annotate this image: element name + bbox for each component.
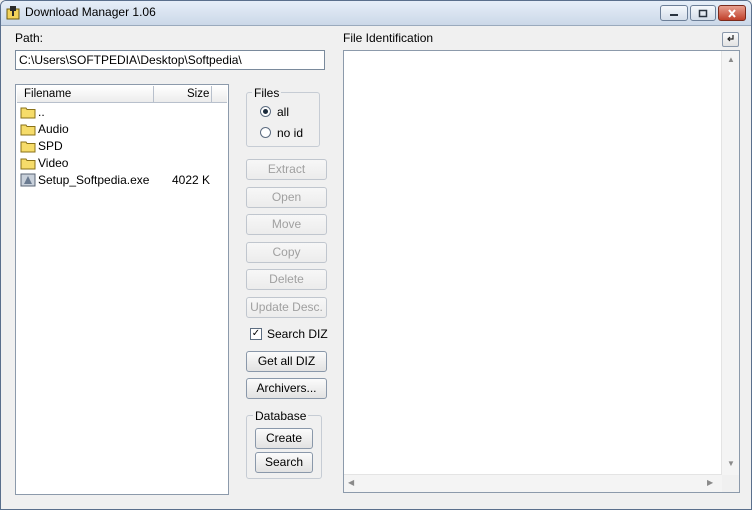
folder-icon [20, 107, 36, 119]
search-button[interactable]: Search [255, 452, 313, 473]
radio-no-id-label[interactable]: no id [277, 126, 303, 140]
open-button[interactable]: Open [246, 187, 327, 208]
path-input[interactable]: C:\Users\SOFTPEDIA\Desktop\Softpedia\ [15, 50, 325, 70]
minimize-button[interactable] [660, 5, 688, 21]
window-title: Download Manager 1.06 [25, 5, 156, 19]
move-button[interactable]: Move [246, 214, 327, 235]
vertical-scrollbar[interactable]: ▲ ▼ [721, 51, 739, 475]
maximize-icon [698, 9, 708, 17]
scroll-left-icon[interactable]: ◀ [348, 478, 354, 487]
radio-no-id[interactable] [260, 127, 271, 138]
column-filename[interactable]: Filename [24, 88, 71, 100]
folder-icon [20, 124, 36, 136]
file-name: Audio [38, 122, 69, 136]
file-identification-panel[interactable]: ▲ ▼ ◀ ▶ [343, 50, 740, 493]
list-item[interactable]: Setup_Softpedia.exe 4022 K [18, 172, 226, 189]
database-group-label: Database [253, 409, 309, 423]
file-name: Setup_Softpedia.exe [38, 173, 150, 187]
files-group-label: Files [252, 86, 282, 100]
get-all-diz-button[interactable]: Get all DIZ [246, 351, 327, 372]
return-arrow-icon [727, 35, 734, 42]
exe-file-icon [20, 173, 36, 187]
close-button[interactable] [718, 5, 746, 21]
close-icon [728, 8, 736, 18]
maximize-button[interactable] [690, 5, 716, 21]
scroll-up-icon[interactable]: ▲ [727, 55, 735, 64]
folder-download-icon [6, 6, 20, 20]
folder-icon [20, 141, 36, 153]
archivers-button[interactable]: Archivers... [246, 378, 327, 399]
list-item[interactable]: SPD [18, 138, 226, 155]
file-name: SPD [38, 139, 63, 153]
list-item[interactable]: Video [18, 155, 226, 172]
extract-button[interactable]: Extract [246, 159, 327, 180]
create-button[interactable]: Create [255, 428, 313, 449]
title-bar[interactable]: Download Manager 1.06 [1, 1, 751, 26]
minimize-icon [670, 14, 678, 16]
delete-button[interactable]: Delete [246, 269, 327, 290]
horizontal-scrollbar[interactable]: ◀ ▶ [344, 474, 722, 492]
file-list[interactable]: Filename Size .. Audio SPD Video Setup_S… [15, 84, 229, 495]
file-name: Video [38, 156, 69, 170]
scroll-right-icon[interactable]: ▶ [707, 478, 713, 487]
search-diz-checkbox[interactable]: ✓ [250, 328, 262, 340]
file-identification-label: File Identification [343, 31, 434, 45]
radio-all[interactable] [260, 106, 271, 117]
list-item[interactable]: Audio [18, 121, 226, 138]
folder-icon [20, 158, 36, 170]
radio-all-label[interactable]: all [277, 105, 289, 119]
copy-button[interactable]: Copy [246, 242, 327, 263]
file-size: 4022 K [172, 173, 211, 187]
main-window: Download Manager 1.06 Path: C:\Users\SOF… [0, 0, 752, 510]
file-list-header: Filename Size [17, 86, 227, 103]
column-size[interactable]: Size [187, 88, 209, 100]
scroll-down-icon[interactable]: ▼ [727, 459, 735, 468]
list-item[interactable]: .. [18, 104, 226, 121]
update-desc-button[interactable]: Update Desc. [246, 297, 327, 318]
file-name: .. [38, 105, 45, 119]
path-label: Path: [15, 31, 44, 45]
scrollbar-corner [722, 475, 739, 492]
identification-toggle-button[interactable] [722, 32, 739, 47]
search-diz-label[interactable]: Search DIZ [267, 327, 328, 341]
